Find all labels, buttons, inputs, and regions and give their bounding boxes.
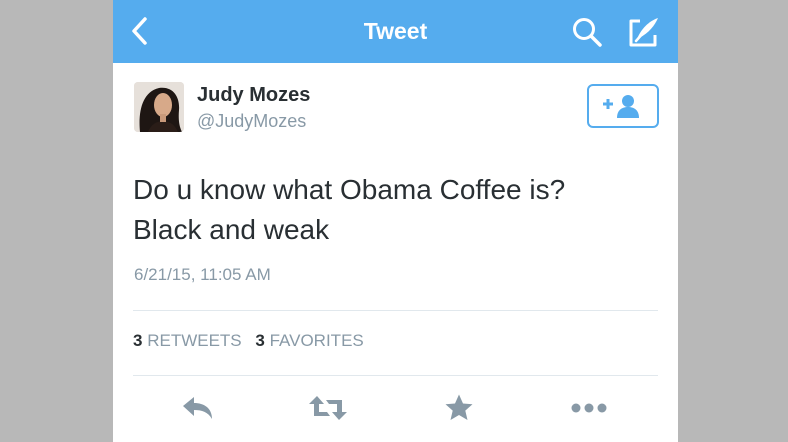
compose-icon <box>629 18 658 47</box>
tweet-actions <box>113 388 678 430</box>
avatar[interactable] <box>134 82 184 132</box>
add-user-icon <box>603 95 639 118</box>
star-icon <box>445 394 473 420</box>
favorites-count: 3 <box>255 331 265 350</box>
tweet-text-line: Do u know what Obama Coffee is? <box>133 174 566 205</box>
follow-button[interactable] <box>587 84 659 128</box>
tweet-screen: Tweet Judy Mozes @JudyMozes Do u know wh… <box>113 0 678 442</box>
favorite-button[interactable] <box>439 388 479 428</box>
reply-icon <box>183 397 212 419</box>
favorites-label: FAVORITES <box>269 331 364 350</box>
tweet-text: Do u know what Obama Coffee is? Black an… <box>133 170 653 250</box>
retweet-icon <box>309 396 347 420</box>
tweet-timestamp: 6/21/15, 11:05 AM <box>134 265 271 284</box>
tweet-text-line: Black and weak <box>133 214 330 245</box>
more-button[interactable] <box>569 388 609 428</box>
divider <box>133 310 658 311</box>
search-icon <box>573 18 602 47</box>
user-name[interactable]: Judy Mozes <box>197 84 310 107</box>
retweet-button[interactable] <box>308 388 348 428</box>
retweets-count: 3 <box>133 331 143 350</box>
profile-photo <box>134 82 184 132</box>
tweet-stats: 3 RETWEETS 3 FAVORITES <box>133 331 373 351</box>
divider <box>133 375 658 376</box>
retweets-stat[interactable]: 3 RETWEETS <box>133 331 242 350</box>
reply-button[interactable] <box>178 388 218 428</box>
compose-button[interactable] <box>625 13 663 51</box>
search-button[interactable] <box>569 14 605 50</box>
retweets-label: RETWEETS <box>147 331 242 350</box>
navigation-bar: Tweet <box>113 0 678 63</box>
more-dots-icon <box>571 403 607 413</box>
user-handle[interactable]: @JudyMozes <box>197 111 306 132</box>
favorites-stat[interactable]: 3 FAVORITES <box>255 331 363 350</box>
